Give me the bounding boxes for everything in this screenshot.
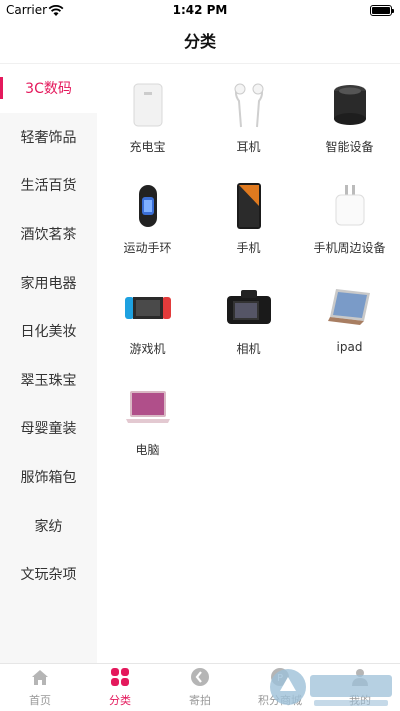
product-category-label: 耳机 bbox=[236, 140, 261, 154]
product-category-item[interactable]: 手机周边设备 bbox=[299, 181, 400, 282]
tablet-icon bbox=[325, 282, 375, 332]
product-category-item[interactable]: 耳机 bbox=[198, 80, 299, 181]
tab-consign[interactable]: 寄拍 bbox=[160, 664, 240, 711]
status-bar: Carrier 1:42 PM bbox=[0, 0, 400, 22]
product-category-label: 游戏机 bbox=[129, 342, 166, 356]
smart-speaker-icon bbox=[325, 80, 375, 130]
battery-icon bbox=[370, 5, 394, 16]
product-category-label: ipad bbox=[336, 340, 363, 354]
tab-label: 寄拍 bbox=[189, 694, 211, 707]
sidebar-item-label: 轻奢饰品 bbox=[20, 129, 77, 146]
sidebar-item-label: 酒饮茗茶 bbox=[20, 227, 77, 244]
watermark-logo bbox=[270, 669, 392, 706]
product-category-item[interactable]: 相机 bbox=[198, 282, 299, 383]
product-category-item[interactable]: 手机 bbox=[198, 181, 299, 282]
category-sidebar: 3C数码轻奢饰品生活百货酒饮茗茶家用电器日化美妆翠玉珠宝母婴童装服饰箱包家纺文玩… bbox=[0, 64, 97, 663]
sidebar-item[interactable]: 酒饮茗茶 bbox=[0, 210, 97, 259]
product-category-label: 电脑 bbox=[135, 443, 160, 457]
product-grid: 充电宝 耳机 智能设备运动手环 手机 手机周边设备游戏机 相机 ipad 电脑 bbox=[97, 64, 400, 484]
charger-adapter-icon bbox=[325, 181, 375, 231]
sidebar-item-label: 家纺 bbox=[34, 518, 63, 535]
product-panel: 充电宝 耳机 智能设备运动手环 手机 手机周边设备游戏机 相机 ipad 电脑 bbox=[97, 64, 400, 663]
laptop-icon bbox=[123, 383, 173, 433]
sidebar-item[interactable]: 日化美妆 bbox=[0, 307, 97, 356]
tab-category[interactable]: 分类 bbox=[80, 664, 160, 711]
power-bank-icon bbox=[123, 80, 173, 130]
game-console-icon bbox=[123, 282, 173, 332]
camera-icon bbox=[224, 282, 274, 332]
clock: 1:42 PM bbox=[172, 3, 228, 17]
fitness-band-icon bbox=[123, 181, 173, 231]
product-category-item[interactable]: ipad bbox=[299, 282, 400, 383]
product-category-label: 运动手环 bbox=[123, 241, 172, 255]
sidebar-item[interactable]: 轻奢饰品 bbox=[0, 113, 97, 162]
product-category-item[interactable]: 电脑 bbox=[97, 383, 198, 484]
sidebar-item[interactable]: 生活百货 bbox=[0, 161, 97, 210]
product-category-item[interactable]: 充电宝 bbox=[97, 80, 198, 181]
sidebar-item[interactable]: 家用电器 bbox=[0, 258, 97, 307]
sidebar-item[interactable]: 翠玉珠宝 bbox=[0, 356, 97, 405]
sidebar-item[interactable]: 家纺 bbox=[0, 501, 97, 550]
sidebar-item[interactable]: 服饰箱包 bbox=[0, 453, 97, 502]
tab-label: 分类 bbox=[109, 694, 131, 707]
phone-icon bbox=[224, 181, 274, 231]
sidebar-item-label: 日化美妆 bbox=[20, 324, 77, 341]
product-category-item[interactable]: 游戏机 bbox=[97, 282, 198, 383]
product-category-label: 充电宝 bbox=[129, 140, 166, 154]
product-category-label: 手机 bbox=[236, 241, 261, 255]
product-category-label: 手机周边设备 bbox=[313, 241, 386, 255]
nav-bar: 分类 bbox=[0, 22, 400, 64]
home-icon bbox=[30, 667, 50, 692]
sidebar-item-label: 母婴童装 bbox=[20, 421, 77, 438]
sidebar-item-label: 翠玉珠宝 bbox=[20, 372, 77, 389]
tab-home[interactable]: 首页 bbox=[0, 664, 80, 711]
category-icon bbox=[110, 667, 130, 692]
earphones-icon bbox=[224, 80, 274, 130]
sidebar-item-label: 文玩杂项 bbox=[20, 567, 77, 584]
sidebar-item-label: 生活百货 bbox=[20, 178, 77, 195]
sidebar-item-label: 3C数码 bbox=[25, 81, 72, 98]
sidebar-item[interactable]: 3C数码 bbox=[0, 64, 97, 113]
product-category-item[interactable]: 智能设备 bbox=[299, 80, 400, 181]
product-category-label: 相机 bbox=[236, 342, 261, 356]
page-title: 分类 bbox=[183, 32, 216, 51]
sidebar-item[interactable]: 文玩杂项 bbox=[0, 550, 97, 599]
tab-label: 首页 bbox=[29, 694, 51, 707]
sidebar-item[interactable]: 母婴童装 bbox=[0, 404, 97, 453]
consign-icon bbox=[190, 667, 210, 692]
product-category-label: 智能设备 bbox=[325, 140, 374, 154]
sidebar-item-label: 家用电器 bbox=[20, 275, 77, 292]
product-category-item[interactable]: 运动手环 bbox=[97, 181, 198, 282]
sidebar-item-label: 服饰箱包 bbox=[20, 470, 77, 487]
